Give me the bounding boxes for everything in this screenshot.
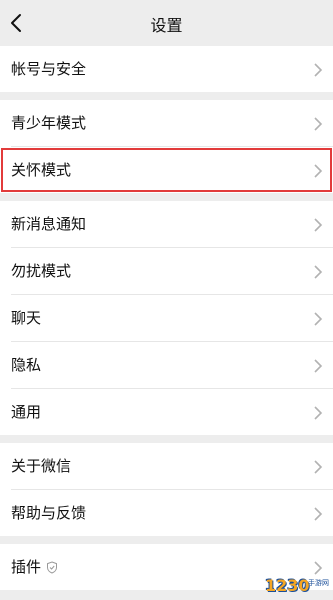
settings-item-label: 帮助与反馈 [11, 504, 87, 522]
settings-item-label: 关怀模式 [11, 161, 72, 179]
site-watermark-logo: 1230 手游网 [265, 576, 329, 596]
settings-item-label: 聊天 [11, 309, 42, 327]
chevron-right-icon [314, 460, 323, 474]
settings-item-label: 新消息通知 [11, 215, 87, 233]
watermark-brand: 1230 [265, 576, 310, 595]
settings-group-account: 帐号与安全 [0, 46, 333, 92]
settings-group-general: 新消息通知 勿扰模式 聊天 隐私 通用 [0, 201, 333, 435]
settings-item-label: 插件 [11, 558, 42, 576]
settings-item-label: 通用 [11, 403, 42, 421]
settings-item-label: 帐号与安全 [11, 60, 87, 78]
shield-icon [47, 561, 57, 574]
chevron-right-icon [314, 406, 323, 420]
chevron-right-icon [314, 359, 323, 373]
settings-item-general[interactable]: 通用 [0, 389, 333, 435]
chevron-right-icon [314, 164, 323, 178]
settings-item-account-security[interactable]: 帐号与安全 [0, 46, 333, 92]
chevron-right-icon [314, 265, 323, 279]
settings-item-do-not-disturb[interactable]: 勿扰模式 [0, 248, 333, 294]
settings-item-help-feedback[interactable]: 帮助与反馈 [0, 490, 333, 536]
settings-item-label: 青少年模式 [11, 114, 87, 132]
chevron-right-icon [314, 312, 323, 326]
settings-group-about: 关于微信 帮助与反馈 [0, 443, 333, 536]
settings-item-new-message-notification[interactable]: 新消息通知 [0, 201, 333, 247]
settings-group-modes: 青少年模式 关怀模式 [0, 100, 333, 193]
navigation-bar: 设置 [0, 0, 333, 46]
settings-item-chat[interactable]: 聊天 [0, 295, 333, 341]
settings-item-label: 勿扰模式 [11, 262, 72, 280]
chevron-right-icon [314, 561, 323, 575]
settings-item-care-mode[interactable]: 关怀模式 [0, 147, 333, 193]
watermark-sub: 手游网 [308, 579, 329, 587]
chevron-right-icon [314, 63, 323, 77]
chevron-right-icon [314, 507, 323, 521]
settings-item-about-wechat[interactable]: 关于微信 [0, 443, 333, 489]
chevron-right-icon [314, 117, 323, 131]
settings-item-label: 关于微信 [11, 457, 72, 475]
settings-item-privacy[interactable]: 隐私 [0, 342, 333, 388]
chevron-right-icon [314, 218, 323, 232]
page-title: 设置 [150, 16, 183, 35]
settings-item-youth-mode[interactable]: 青少年模式 [0, 100, 333, 146]
settings-item-label: 隐私 [11, 356, 42, 374]
